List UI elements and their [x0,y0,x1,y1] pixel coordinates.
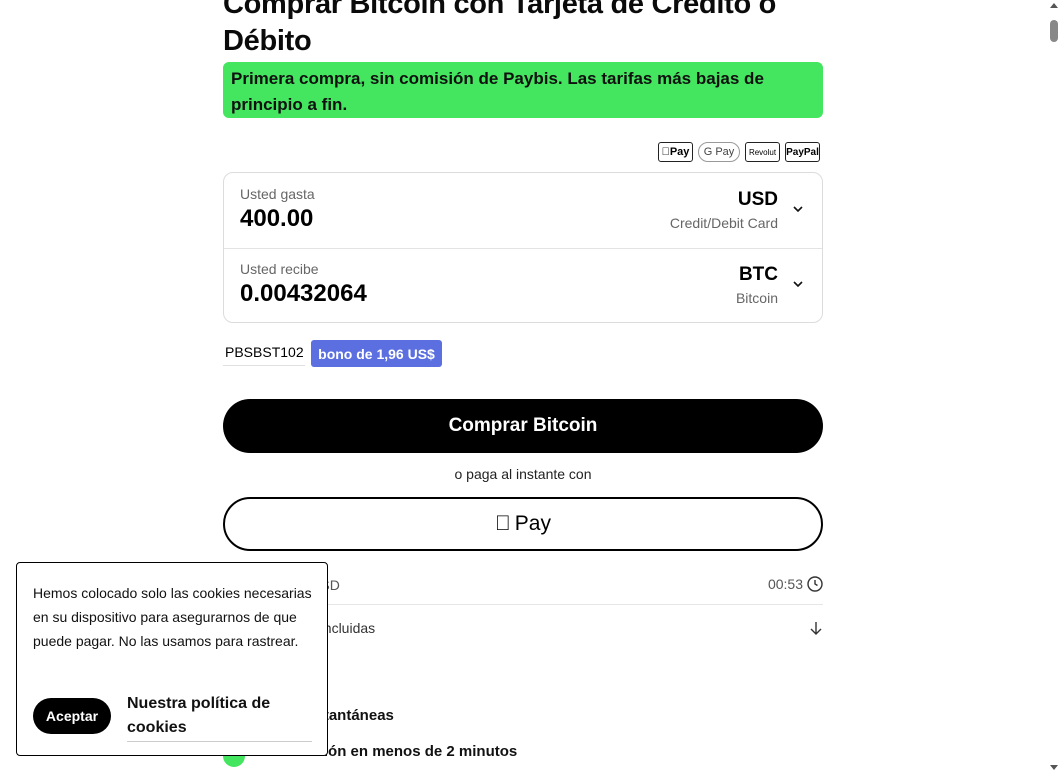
scroll-up-icon[interactable] [1050,3,1058,8]
receive-currency[interactable]: BTC [739,264,778,286]
google-pay-logo: G Pay [698,142,740,162]
revolut-logo: Revolut [745,142,780,162]
scrollbar[interactable] [1047,0,1061,773]
apple-pay-label: Pay [506,512,551,535]
spend-label: Usted gasta [240,186,315,202]
receive-amount[interactable]: 0.00432064 [240,280,367,308]
spend-row: Usted gasta 400.00 USD Credit/Debit Card [224,173,822,249]
paypal-logo: PayPal [785,142,820,162]
cookie-policy-link[interactable]: Nuestra política de cookies [127,692,312,742]
clock-icon [807,576,823,592]
receive-currency-name: Bitcoin [735,290,778,306]
scroll-down-icon[interactable] [1050,765,1058,770]
apple-icon:  [495,512,511,536]
promo-banner: Primera compra, sin comisión de Paybis. … [223,62,823,118]
page-title: Comprar Bitcoin con Tarjeta de Crédito o… [223,0,777,57]
quote-timer: 00:53 [768,576,823,592]
receive-row: Usted recibe 0.00432064 BTC Bitcoin [224,248,822,323]
timer-value: 00:53 [767,576,803,592]
apple-pay-logo: Pay [658,142,693,162]
exchange-widget: Usted gasta 400.00 USD Credit/Debit Card… [223,172,823,323]
bonus-badge: bono de 1,96 US$ [311,340,442,367]
apple-pay-text: Pay [665,146,690,158]
apple-icon:  [662,146,670,158]
arrow-down-icon[interactable] [809,620,823,636]
spend-currency[interactable]: USD [738,189,778,211]
spend-amount-input[interactable]: 400.00 [240,205,313,233]
payment-methods: Pay G Pay Revolut PayPal [658,142,820,162]
receive-label: Usted recibe [240,261,319,277]
spend-method: Credit/Debit Card [669,215,778,231]
promo-code-input[interactable]: PBSBST102 [223,341,305,366]
cookie-banner: Hemos colocado solo las cookies necesari… [16,562,328,756]
scroll-thumb[interactable] [1050,20,1058,42]
buy-bitcoin-button[interactable]: Comprar Bitcoin [223,399,823,453]
chevron-down-icon[interactable] [792,278,804,290]
accept-cookies-button[interactable]: Aceptar [33,698,111,734]
chevron-down-icon[interactable] [792,203,804,215]
apple-pay-button[interactable]:  Pay [223,497,823,551]
or-pay-text: o paga al instante con [454,466,592,482]
cookie-text: Hemos colocado solo las cookies necesari… [33,585,312,649]
